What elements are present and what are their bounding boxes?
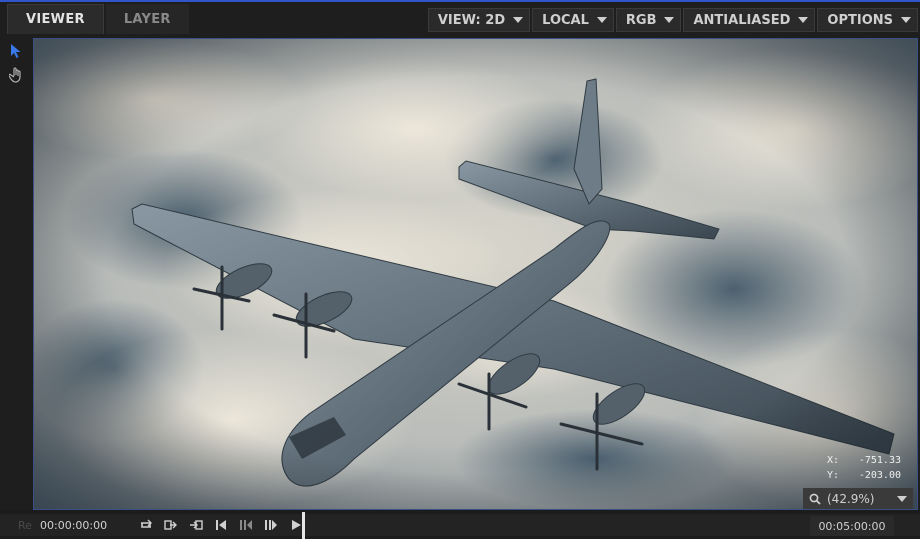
panel-tabs: VIEWER LAYER xyxy=(0,4,189,36)
tab-viewer[interactable]: VIEWER xyxy=(7,4,104,34)
y-coord-value: -203.00 xyxy=(858,470,901,481)
top-accent-line xyxy=(0,0,920,2)
space-dropdown[interactable]: LOCAL xyxy=(532,8,614,32)
loop-icon[interactable] xyxy=(137,517,154,534)
x-coord-label: X: xyxy=(826,455,839,466)
go-to-start-icon[interactable] xyxy=(212,517,229,534)
end-timecode: 00:05:00:00 xyxy=(810,516,894,536)
options-dropdown[interactable]: OPTIONS xyxy=(817,8,918,32)
zoom-level: (42.9%) xyxy=(827,492,875,506)
filter-dropdown[interactable]: ANTIALIASED xyxy=(683,8,816,32)
chevron-down-icon xyxy=(664,17,675,23)
playhead[interactable] xyxy=(302,512,305,539)
channel-dropdown[interactable]: RGB xyxy=(615,8,682,32)
timeline-bar[interactable]: Re 00:00:00:00 00:05:00:00 xyxy=(0,510,920,539)
y-coord-label: Y: xyxy=(826,470,839,481)
chevron-down-icon xyxy=(798,17,809,23)
channel-label: RGB xyxy=(625,12,657,28)
viewer-canvas[interactable]: X: -751.33 Y: -203.00 (42.9%) xyxy=(33,38,918,510)
filter-label: ANTIALIASED xyxy=(693,12,791,28)
viewer-toolbar: VIEW: 2D LOCAL RGB ANTIALIASED OPTIONS xyxy=(427,8,918,32)
view-mode-label: VIEW: 2D xyxy=(437,12,506,28)
space-label: LOCAL xyxy=(542,12,589,28)
tab-layer[interactable]: LAYER xyxy=(105,4,189,34)
chevron-down-icon xyxy=(513,17,524,23)
transport-controls xyxy=(137,516,304,534)
start-timecode: 00:00:00:00 xyxy=(40,519,108,532)
magnifier-icon xyxy=(809,493,821,505)
options-label: OPTIONS xyxy=(827,12,893,28)
step-back-icon[interactable] xyxy=(237,517,254,534)
view-mode-dropdown[interactable]: VIEW: 2D xyxy=(427,8,531,32)
cursor-coordinates: X: -751.33 Y: -203.00 xyxy=(827,453,901,483)
zoom-dropdown[interactable]: (42.9%) xyxy=(803,488,913,509)
x-coord-value: -751.33 xyxy=(858,455,901,466)
chevron-down-icon xyxy=(596,17,607,23)
set-out-icon[interactable] xyxy=(162,517,179,534)
timeline-faded-label: Re xyxy=(18,519,32,532)
chevron-down-icon xyxy=(897,496,907,502)
plane-image xyxy=(34,39,917,509)
hand-pan-icon[interactable] xyxy=(7,66,25,84)
tool-strip xyxy=(0,38,32,508)
arrow-select-icon[interactable] xyxy=(7,42,25,60)
chevron-down-icon xyxy=(901,17,911,23)
set-in-icon[interactable] xyxy=(187,517,204,534)
step-forward-icon[interactable] xyxy=(262,517,279,534)
